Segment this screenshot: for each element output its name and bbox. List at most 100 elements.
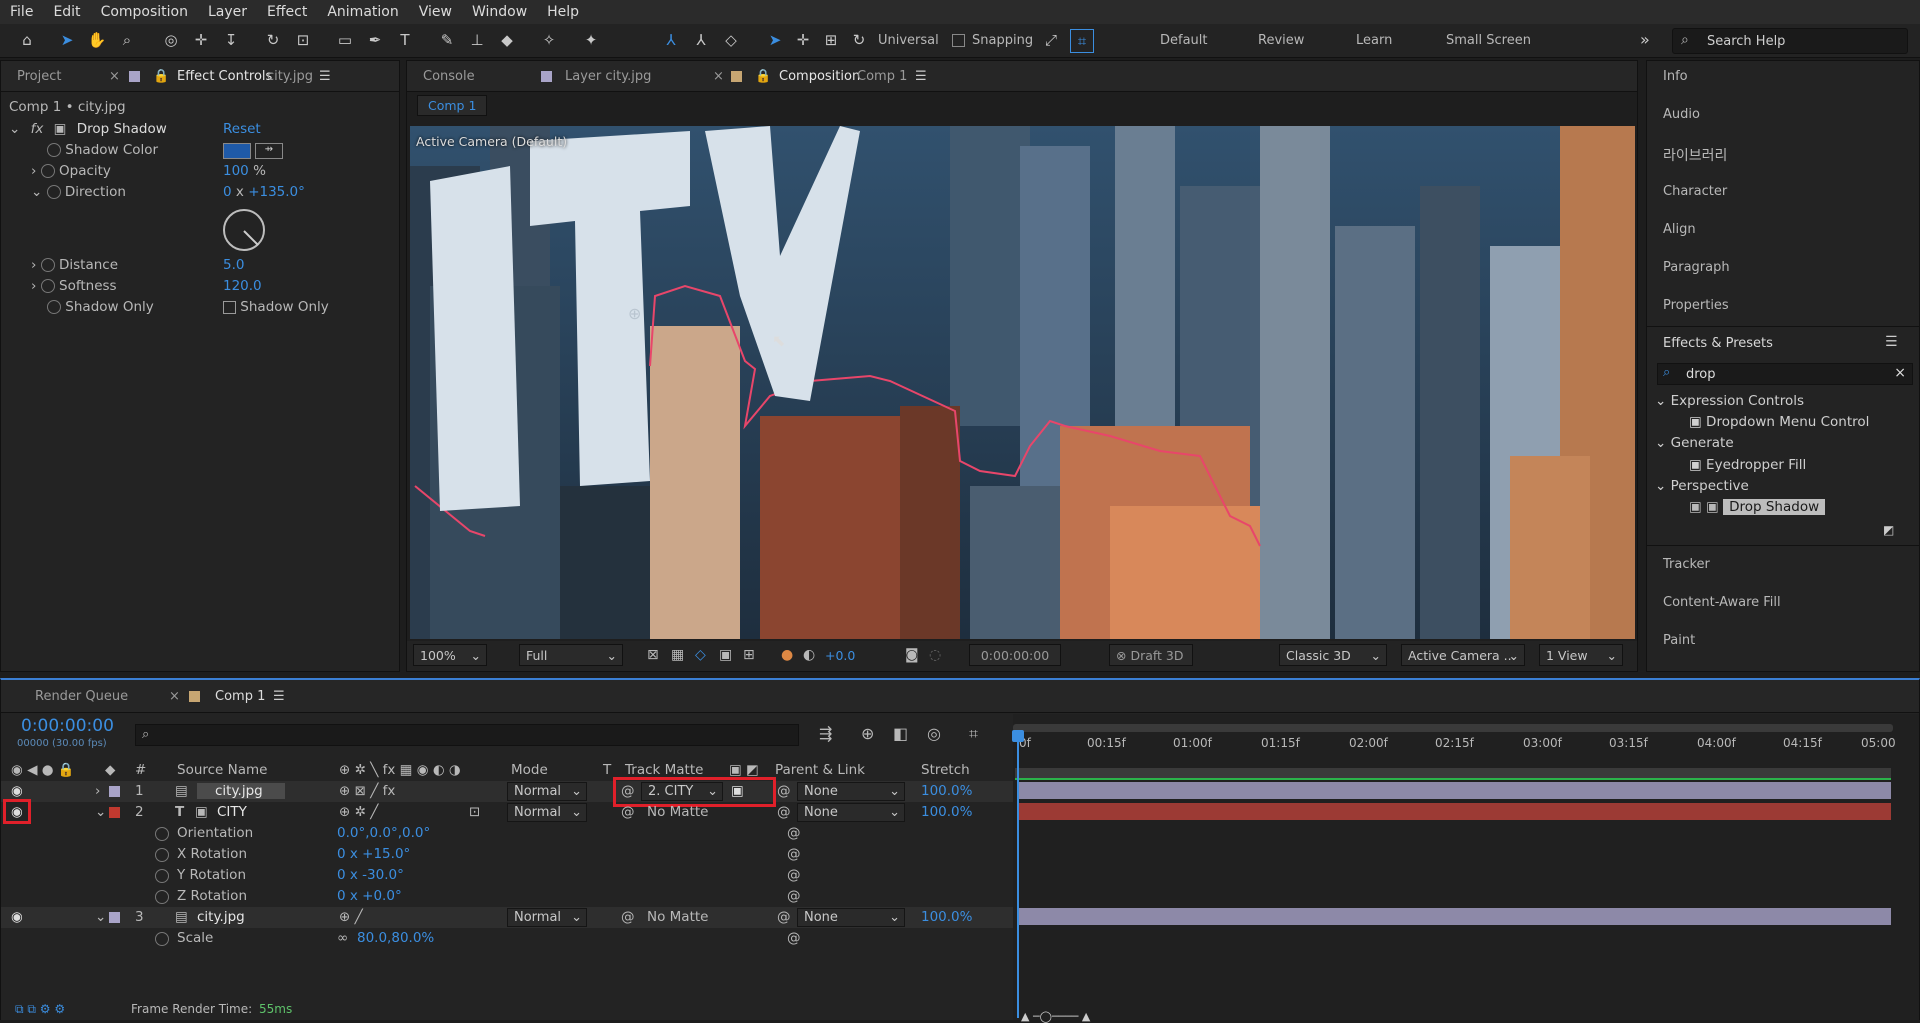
snapshot-camera-icon[interactable]: ◙	[905, 647, 919, 663]
tab-console[interactable]: Console	[423, 69, 475, 84]
property-value[interactable]: 80.0,80.0%	[357, 930, 434, 946]
lock-icon[interactable]: 🔒	[153, 69, 169, 84]
frame-blending-icon[interactable]: ◎	[927, 724, 941, 743]
property-value[interactable]: 0.0°,0.0°,0.0°	[337, 825, 430, 841]
search-help-field[interactable]: ⌕ Search Help	[1672, 28, 1908, 54]
expand-chevron-icon[interactable]: ⌄	[95, 804, 106, 820]
expand-arrow-icon[interactable]: ›	[31, 163, 36, 179]
stretch-value[interactable]: 100.0%	[921, 804, 972, 820]
comp-nav-chip[interactable]: Comp 1	[417, 95, 488, 116]
tab-layer[interactable]: Layer city.jpg	[565, 69, 651, 84]
track-matte-value[interactable]: No Matte	[647, 909, 708, 925]
playhead-handle[interactable]	[1012, 730, 1024, 742]
direction-degrees[interactable]: +135.0°	[248, 184, 305, 200]
region-of-interest-icon[interactable]: ▣	[719, 647, 732, 663]
grid-guides-icon[interactable]: ⊞	[743, 647, 755, 663]
layer-3-duration-bar[interactable]	[1019, 908, 1891, 925]
orbit-camera-icon[interactable]: ◎	[160, 29, 182, 51]
property-value[interactable]: 0 x -30.0°	[337, 867, 404, 883]
stopwatch-icon[interactable]	[155, 827, 169, 841]
matte-pickwhip-icon[interactable]: @	[621, 804, 635, 820]
parent-pickwhip-icon[interactable]: @	[777, 804, 791, 820]
new-bin-icon[interactable]: ◩	[1883, 523, 1894, 537]
tab-effect-controls[interactable]: Effect Controls	[177, 69, 272, 84]
constrain-proportions-icon[interactable]: ∞	[337, 930, 348, 946]
expand-arrow-icon[interactable]: ›	[31, 257, 36, 273]
layer-switches[interactable]: ⊕ ✲ ╱	[339, 804, 378, 820]
track-matte-value[interactable]: No Matte	[647, 804, 708, 820]
visibility-eye-icon[interactable]: ◉	[11, 909, 23, 925]
panel-audio[interactable]: Audio	[1663, 107, 1700, 122]
timeline-current-time[interactable]: 0:00:00:00	[21, 716, 114, 736]
zoom-dropdown[interactable]: 100% ⌄	[413, 644, 487, 666]
menu-edit[interactable]: Edit	[43, 4, 90, 20]
expression-pickwhip-icon[interactable]: @	[787, 888, 801, 904]
panel-menu-icon[interactable]: ☰	[319, 69, 331, 84]
expand-arrow-icon[interactable]: ›	[31, 278, 36, 294]
pan-camera-icon[interactable]: ✛	[190, 29, 212, 51]
work-area-bar[interactable]	[1013, 724, 1893, 732]
panel-paint[interactable]: Paint	[1663, 633, 1695, 648]
layer-row-2[interactable]: ◉ ⌄ 2 T ▣ CITY ⊕ ✲ ╱ ⊡ Normal ⌄ @ No Matt…	[1, 802, 1013, 823]
transparency-grid-icon[interactable]: ▦	[671, 647, 684, 663]
draft-3d-icon[interactable]: ⊕	[861, 724, 874, 743]
expand-chevron-icon[interactable]: ⌄	[9, 121, 20, 137]
stopwatch-icon[interactable]	[155, 932, 169, 946]
graph-editor-icon[interactable]: ⌗	[969, 724, 978, 744]
layer-name[interactable]: city.jpg	[197, 783, 285, 799]
snapping-checkbox[interactable]	[952, 34, 965, 47]
expression-pickwhip-icon[interactable]: @	[787, 867, 801, 883]
expression-pickwhip-icon[interactable]: @	[787, 846, 801, 862]
comp-mini-flowchart-icon[interactable]: ⇶	[819, 724, 832, 743]
direction-dial[interactable]	[223, 209, 265, 251]
tab-comp[interactable]: Comp 1	[215, 689, 265, 704]
stopwatch-icon[interactable]	[155, 890, 169, 904]
roto-brush-icon[interactable]: ✧	[538, 29, 560, 51]
panel-paragraph[interactable]: Paragraph	[1663, 260, 1730, 275]
feather-tool-icon[interactable]: ⌗	[1070, 29, 1094, 53]
layer-switches[interactable]: ⊕ ╱	[339, 909, 363, 925]
workspace-review[interactable]: Review	[1258, 33, 1304, 48]
time-graph[interactable]: 0f 00:15f 01:00f 01:15f 02:00f 02:15f 03…	[1012, 714, 1919, 1023]
home-icon[interactable]: ⌂	[16, 29, 38, 51]
show-snapshot-icon[interactable]: ◌	[929, 647, 941, 663]
close-icon[interactable]: ×	[109, 69, 120, 84]
expression-pickwhip-icon[interactable]: @	[787, 825, 801, 841]
stretch-value[interactable]: 100.0%	[921, 783, 972, 799]
layer-label-color[interactable]	[109, 912, 120, 923]
expand-chevron-icon[interactable]: ⌄	[31, 184, 42, 200]
hand-tool-icon[interactable]: ✋	[86, 29, 108, 51]
scale-3d-icon[interactable]: ⊞	[820, 29, 842, 51]
close-icon[interactable]: ×	[713, 69, 724, 84]
menu-layer[interactable]: Layer	[198, 4, 257, 20]
layer-2-duration-bar[interactable]	[1019, 803, 1891, 820]
opacity-value[interactable]: 100 %	[223, 163, 266, 179]
opacity-number[interactable]: 100	[223, 163, 249, 179]
anchor-tool-icon[interactable]: ⊡	[292, 29, 314, 51]
tab-project[interactable]: Project	[17, 69, 61, 84]
reset-link[interactable]: Reset	[223, 121, 261, 137]
footer-toggle-icons[interactable]: ⧉ ⧉ ⚙ ⚙	[15, 1002, 65, 1017]
3d-switch-icon[interactable]: ⊡	[469, 804, 480, 820]
tab-composition[interactable]: Composition	[779, 69, 860, 84]
layer-switches[interactable]: ⊕ ⊠ ╱ fx	[339, 783, 395, 799]
layer-name[interactable]: CITY	[217, 804, 247, 820]
shy-layers-icon[interactable]: ◧	[893, 724, 908, 743]
select-3d-icon[interactable]: ➤	[764, 29, 786, 51]
effects-search-field[interactable]: ⌕ drop ×	[1657, 363, 1913, 385]
stopwatch-icon[interactable]	[47, 143, 61, 157]
direction-turns[interactable]: 0	[223, 184, 232, 200]
label-column-icon[interactable]: ◆	[105, 762, 115, 778]
distance-value[interactable]: 5.0	[223, 257, 244, 273]
menu-effect[interactable]: Effect	[257, 4, 317, 20]
eyedropper-icon[interactable]: ⇸	[255, 143, 283, 159]
property-value[interactable]: 0 x +0.0°	[337, 888, 402, 904]
world-axis-icon[interactable]: ⅄	[690, 29, 712, 51]
expand-chevron-icon[interactable]: ⌄	[95, 909, 106, 925]
selection-tool-icon[interactable]: ➤	[56, 29, 78, 51]
stopwatch-icon[interactable]	[40, 164, 55, 178]
stopwatch-icon[interactable]	[40, 258, 55, 272]
expand-arrow-icon[interactable]: ›	[95, 783, 100, 799]
parent-pickwhip-icon[interactable]: @	[777, 783, 791, 799]
tree-group-generate[interactable]: ⌄ Generate	[1655, 435, 1734, 451]
